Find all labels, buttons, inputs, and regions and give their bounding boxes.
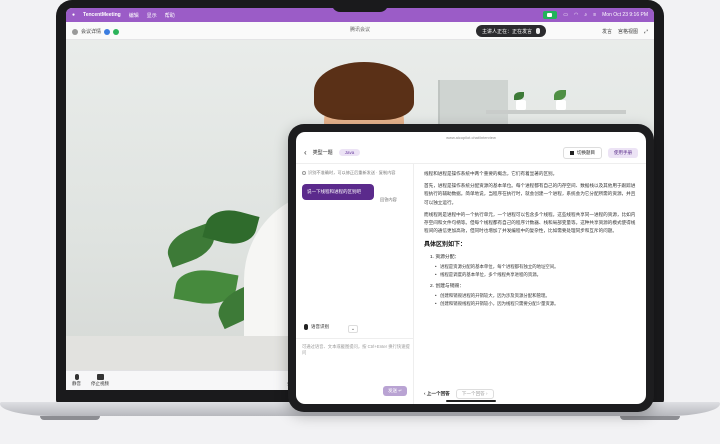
menu-help[interactable]: 帮助 [165,12,175,19]
mic-icon [536,28,541,34]
manual-button[interactable]: 使用手册 [608,147,638,158]
menu-view[interactable]: 显示 [147,12,157,19]
camera-notch [332,0,388,12]
menu-clock: Mon Oct 23 9:16 PM [602,12,648,18]
url-bar[interactable]: www.aicopilot.chat/interview [296,132,646,142]
person-hair [314,62,414,120]
video-label: 停止视频 [91,381,109,386]
microphone-icon [304,324,308,330]
voice-label: 语音识别 [311,324,329,329]
mute-label: 静音 [72,381,81,386]
camera-status-icon[interactable] [543,11,558,19]
answer-paragraph: 而线程则是进程中的一个执行单元，一个进程可以包含多个线程。这些线程共享同一进程的… [424,211,636,234]
signal-icon[interactable] [113,28,120,35]
chat-hint-text: 识别不准确时，可以修正后重新发送 · 复制内容 [308,170,396,175]
mute-button[interactable]: 静音 [72,374,81,387]
question-input[interactable]: 可通过语音、文本或截图提问，按 Ctrl+Enter 换行快速提问 [302,344,410,356]
voice-recognition-button[interactable]: 语音识别 [304,324,329,330]
list-item: 创建和销毁线程的开销较小，因为线程只需要分配少量资源。 [435,300,636,308]
send-button[interactable]: 发送 ↵ [382,386,407,396]
apple-icon[interactable]: ● [72,12,75,18]
switch-question-button[interactable]: 切换题目 [563,146,602,159]
chevron-down-icon[interactable]: ⌄ [348,325,358,333]
language-tag[interactable]: Java [338,149,361,156]
control-center-icon[interactable]: ≡ [593,12,596,18]
user-question-bubble[interactable]: 说一下线程和进程的区别吧 [302,184,374,200]
ipad-body: 识别不准确时，可以修正后重新发送 · 复制内容 说一下线程和进程的区别吧 回答内… [296,164,646,404]
info-icon[interactable] [72,28,78,35]
ipad-screen: www.aicopilot.chat/interview ‹ 类型一题 Java… [296,132,646,404]
menu-edit[interactable]: 编辑 [129,12,139,19]
home-indicator [446,400,496,402]
list-item-title: 1. 资源分配： [430,255,460,261]
meeting-title-bar: 会议详情 腾讯会议 主讲人正在：正在发言 发言 宫格视图 ⤢ [66,22,654,40]
list-item: 创建和销毁进程的开销较大，因为涉及资源分配和管理。 [435,292,636,300]
plant-leaf [554,90,566,100]
meeting-view-controls: 发言 宫格视图 ⤢ [602,28,648,36]
video-camera-icon [96,374,104,380]
plant-leaf [514,92,524,100]
wifi-icon[interactable]: ◠ [574,12,578,18]
answer-pager: ‹ 上一个回答 下一个回答 › [424,389,494,399]
scene: ● TencentMeeting 编辑 显示 帮助 ▭ ◠ ⌕ ≡ Mon Oc… [0,0,720,444]
previous-answer-button[interactable]: ‹ 上一个回答 [424,391,450,397]
info-icon [302,171,306,175]
video-button[interactable]: 停止视频 [91,374,109,387]
battery-icon[interactable]: ▭ [563,12,568,18]
speaker-notification: 主讲人正在：正在发言 [476,25,547,37]
answer-pane: 线程和进程是操作系统中两个重要的概念，它们有着显著的区别。 首先，进程是操作系统… [414,164,646,404]
ipad: www.aicopilot.chat/interview ‹ 类型一题 Java… [288,124,654,412]
question-type[interactable]: 类型一题 [313,149,333,156]
divider [296,338,413,339]
menu-extras: ▭ ◠ ⌕ ≡ Mon Oct 23 9:16 PM [537,11,648,19]
microphone-icon [74,374,79,380]
chat-hint: 识别不准确时，可以修正后重新发送 · 复制内容 [296,164,413,180]
answer-heading: 具体区别如下： [424,242,467,249]
next-answer-button[interactable]: 下一个回答 › [455,389,494,399]
back-icon[interactable]: ‹ [304,148,307,157]
grid-view-button[interactable]: 宫格视图 [618,28,638,35]
ipad-header: ‹ 类型一题 Java 切换题目 使用手册 [296,142,646,164]
meeting-window-title: 腾讯会议 [349,27,371,33]
potted-plant [556,100,566,110]
potted-plant [516,100,526,110]
meeting-info: 会议详情 [72,28,120,35]
answer-paragraph: 首先，进程是操作系统分配资源的基本单位。每个进程都有自己的内存空间、数据栈以及其… [424,183,636,205]
speaker-notification-text: 主讲人正在：正在发言 [482,28,533,35]
answer-intro: 线程和进程是操作系统中两个重要的概念，它们有着显著的区别。 [424,171,558,176]
stop-icon [570,150,574,155]
answer-content-label: 回答内容 [380,197,397,202]
shield-icon[interactable] [104,28,111,35]
list-item: 线程是调度的基本单位，多个线程共享进程的资源。 [435,271,636,279]
meeting-id[interactable]: 会议详情 [81,28,101,35]
chat-pane: 识别不准确时，可以修正后重新发送 · 复制内容 说一下线程和进程的区别吧 回答内… [296,164,414,404]
menu-app-name[interactable]: TencentMeeting [83,12,121,18]
list-item: 进程是资源分配的基本单位，每个进程都有独立的地址空间。 [435,263,636,271]
wall-shelf [486,110,626,114]
list-item-title: 2. 创建与销毁： [430,284,465,290]
search-icon[interactable]: ⌕ [584,12,587,18]
speaking-label[interactable]: 发言 [602,28,612,35]
fullscreen-icon[interactable]: ⤢ [644,29,648,35]
switch-question-label: 切换题目 [577,149,595,155]
